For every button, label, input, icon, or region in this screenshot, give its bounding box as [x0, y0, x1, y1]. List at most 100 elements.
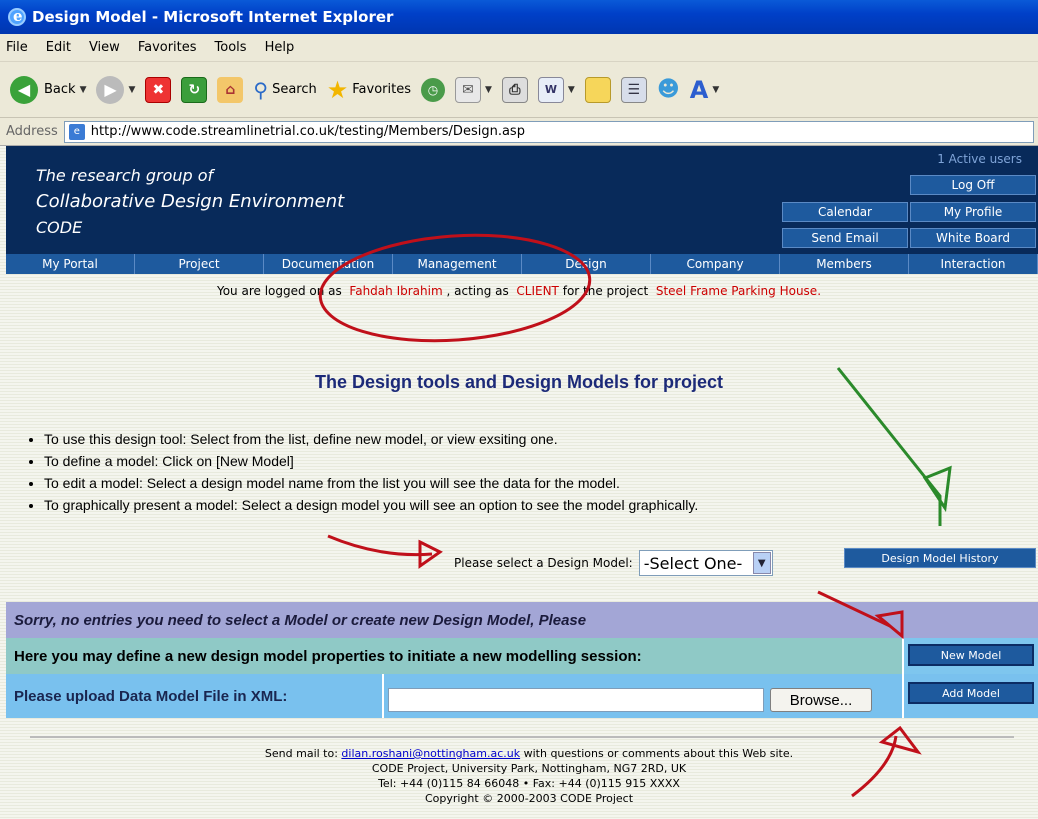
login-post: for the project [562, 284, 649, 298]
back-button[interactable]: ◀ Back ▼ [10, 75, 86, 104]
select-label: Please select a Design Model: [454, 556, 633, 570]
new-model-button[interactable]: New Model [908, 644, 1034, 666]
stop-button[interactable]: ✖ [145, 76, 172, 103]
forward-arrow-icon: ▶ [96, 75, 125, 104]
logoff-button[interactable]: Log Off [910, 175, 1036, 195]
browser-toolbar: ◀ Back ▼ ▶ ▼ ✖ ↻ ⌂ ⚲ Search ★ Favorites … [0, 62, 1038, 118]
banner-line3: CODE [36, 218, 83, 237]
chevron-down-icon: ▼ [128, 84, 136, 95]
history-button[interactable]: ◷ [420, 77, 445, 102]
mail-button[interactable]: ✉ ▼ [454, 76, 492, 103]
file-path-input[interactable] [388, 688, 764, 712]
no-entries-message: Sorry, no entries you need to select a M… [6, 602, 1038, 638]
discuss-button[interactable] [584, 76, 611, 103]
refresh-icon: ↻ [181, 76, 208, 103]
menu-tools[interactable]: Tools [215, 40, 247, 55]
list-item: To graphically present a model: Select a… [44, 494, 698, 516]
home-button[interactable]: ⌂ [217, 76, 244, 103]
font-button[interactable]: A ▼ [690, 76, 720, 104]
main-nav: My Portal Project Documentation Manageme… [6, 254, 1038, 274]
white-board-button[interactable]: White Board [910, 228, 1036, 248]
font-a-icon: A [689, 75, 709, 104]
menu-file[interactable]: File [6, 40, 28, 55]
nav-documentation[interactable]: Documentation [264, 254, 393, 274]
login-pre: You are logged on as [216, 284, 342, 298]
red-arrowhead-left-annotation [418, 539, 443, 569]
back-label: Back [44, 82, 76, 97]
note-icon [584, 76, 611, 103]
banner-line2: Collaborative Design Environment [36, 191, 345, 212]
site-banner: The research group of Collaborative Desi… [6, 146, 1038, 254]
nav-members[interactable]: Members [780, 254, 909, 274]
select-value: -Select One- [643, 553, 743, 573]
footer-tel: Tel: +44 (0)115 84 66048 • Fax: +44 (0)1… [378, 777, 680, 790]
footer-email-link[interactable]: dilan.roshani@nottingham.ac.uk [341, 747, 520, 760]
instructions-list: To use this design tool: Select from the… [30, 428, 698, 516]
word-icon: W [537, 76, 564, 103]
menu-favorites[interactable]: Favorites [138, 40, 197, 55]
login-mid: , acting as [446, 284, 509, 298]
nav-project[interactable]: Project [135, 254, 264, 274]
green-arrowhead-annotation [922, 465, 952, 513]
send-email-button[interactable]: Send Email [782, 228, 908, 248]
edit-button[interactable]: W ▼ [537, 76, 575, 103]
forward-button[interactable]: ▶ ▼ [96, 75, 136, 104]
print-button[interactable]: ⎙ [501, 76, 528, 103]
address-input[interactable]: e http://www.code.streamlinetrial.co.uk/… [63, 120, 1034, 143]
favorites-button[interactable]: ★ Favorites [327, 76, 411, 104]
nav-management[interactable]: Management [393, 254, 522, 274]
star-icon: ★ [326, 75, 349, 104]
refresh-button[interactable]: ↻ [181, 76, 208, 103]
footer-mail-pre: Send mail to: [264, 747, 338, 760]
address-bar: Address e http://www.code.streamlinetria… [0, 118, 1038, 146]
login-project: Steel Frame Parking House. [655, 284, 822, 298]
menu-help[interactable]: Help [265, 40, 295, 55]
calendar-button[interactable]: Calendar [782, 202, 908, 222]
address-url: http://www.code.streamlinetrial.co.uk/te… [90, 124, 525, 139]
banner-line1: The research group of [36, 166, 214, 185]
page-icon: e [68, 123, 85, 140]
add-model-button[interactable]: Add Model [908, 682, 1034, 704]
page-title: The Design tools and Design Models for p… [314, 372, 724, 392]
nav-interaction[interactable]: Interaction [909, 254, 1038, 274]
nav-company[interactable]: Company [651, 254, 780, 274]
footer-mail-post: with questions or comments about this We… [523, 747, 794, 760]
print-icon: ⎙ [501, 76, 528, 103]
research-icon: ☰ [620, 76, 647, 103]
login-user: Fahdah Ibrahim [349, 284, 443, 298]
page-content: The research group of Collaborative Desi… [0, 146, 1038, 819]
browse-button[interactable]: Browse... [770, 688, 872, 712]
nav-my-portal[interactable]: My Portal [6, 254, 135, 274]
chevron-down-icon: ▼ [567, 84, 575, 95]
menu-edit[interactable]: Edit [46, 40, 71, 55]
design-model-select-row: Please select a Design Model: -Select On… [454, 550, 773, 576]
research-button[interactable]: ☰ [620, 76, 647, 103]
list-item: To edit a model: Select a design model n… [44, 472, 698, 494]
footer-copyright: Copyright © 2000-2003 CODE Project [424, 792, 634, 805]
favorites-label: Favorites [352, 82, 411, 97]
upload-label: Please upload Data Model File in XML: [6, 674, 382, 718]
messenger-button[interactable]: ☻ [657, 77, 680, 102]
window-title: Design Model - Microsoft Internet Explor… [32, 8, 394, 26]
design-model-select[interactable]: -Select One- ▼ [638, 550, 773, 576]
list-item: To use this design tool: Select from the… [44, 428, 698, 450]
chevron-down-icon: ▼ [712, 84, 720, 95]
window-titlebar: Design Model - Microsoft Internet Explor… [0, 0, 1038, 34]
my-profile-button[interactable]: My Profile [910, 202, 1036, 222]
chevron-down-icon: ▼ [484, 84, 492, 95]
page-footer: Send mail to: dilan.roshani@nottingham.a… [0, 746, 1038, 806]
history-clock-icon: ◷ [420, 77, 445, 102]
mail-icon: ✉ [454, 76, 481, 103]
chevron-down-icon[interactable]: ▼ [752, 552, 771, 574]
list-item: To define a model: Click on [New Model] [44, 450, 698, 472]
search-button[interactable]: ⚲ Search [253, 78, 316, 102]
design-model-history-button[interactable]: Design Model History [844, 548, 1036, 568]
menu-bar: File Edit View Favorites Tools Help [0, 34, 1038, 62]
login-role: CLIENT [516, 284, 559, 298]
red-arrow-left-annotation [327, 534, 433, 557]
menu-view[interactable]: View [89, 40, 120, 55]
nav-design[interactable]: Design [522, 254, 651, 274]
define-model-text: Here you may define a new design model p… [6, 638, 904, 674]
divider [30, 736, 1014, 738]
search-icon: ⚲ [253, 77, 269, 102]
